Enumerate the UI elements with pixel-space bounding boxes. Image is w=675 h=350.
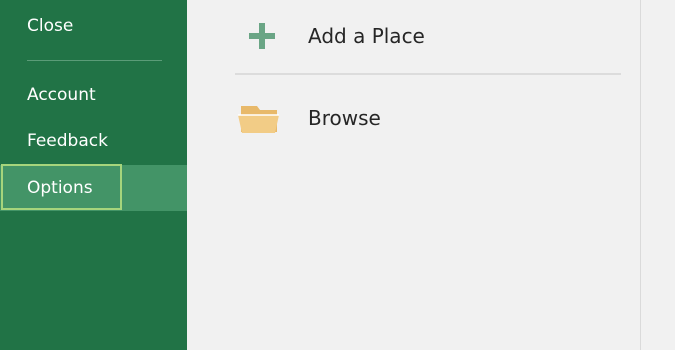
sidebar-item-label: Options — [27, 178, 93, 198]
sidebar-item-account[interactable]: Account — [0, 72, 187, 118]
sidebar-item-feedback[interactable]: Feedback — [0, 118, 187, 164]
right-panel-edge — [640, 0, 675, 350]
backstage-view: Close Account Feedback Options Add a Pla… — [0, 0, 675, 350]
places-divider — [235, 73, 621, 75]
browse-button[interactable]: Browse — [235, 90, 625, 146]
add-a-place-label: Add a Place — [308, 24, 425, 48]
backstage-sidebar: Close Account Feedback Options — [0, 0, 187, 350]
places-pane: Add a Place Browse — [187, 0, 640, 350]
plus-icon — [235, 16, 308, 56]
sidebar-item-label: Feedback — [27, 131, 108, 151]
sidebar-item-close[interactable]: Close — [0, 3, 187, 49]
sidebar-item-options[interactable]: Options — [0, 165, 187, 211]
sidebar-item-label: Close — [27, 16, 74, 36]
folder-icon — [235, 98, 308, 138]
sidebar-divider — [27, 60, 162, 61]
add-a-place-button[interactable]: Add a Place — [235, 8, 625, 64]
browse-label: Browse — [308, 106, 381, 130]
sidebar-item-label: Account — [27, 85, 96, 105]
